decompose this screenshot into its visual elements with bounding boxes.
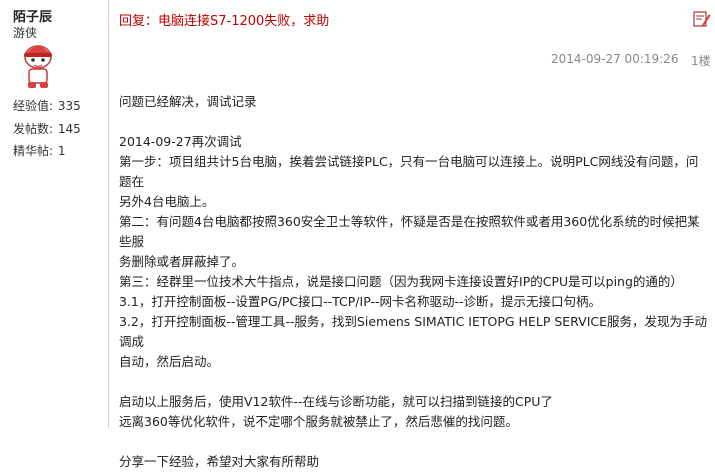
- content-line: 第三：经群里一位技术大牛指点，说是接口问题（因为我网卡连接设置好IP的CPU是可…: [119, 274, 683, 289]
- stat-value: 145: [57, 122, 81, 136]
- content-line: 务删除或者屏蔽掉了。: [119, 254, 245, 269]
- content-line: 第一步：项目组共计5台电脑，挨着尝试链接PLC，只有一台电脑可以连接上。说明PL…: [119, 154, 699, 189]
- stat-essence: 精华帖: 1: [13, 142, 66, 159]
- content-line: 3.2，打开控制面板--管理工具--服务，找到Siemens SIMATIC I…: [119, 314, 708, 349]
- content-line: 自动，然后启动。: [119, 354, 220, 369]
- post-meta: 2014-09-27 00:19:26 1楼: [109, 42, 715, 68]
- post-date: 2014-09-27 00:19:26: [551, 52, 679, 66]
- stat-experience: 经验值: 335: [13, 97, 81, 114]
- username[interactable]: 陌子辰: [13, 6, 52, 25]
- post-floor: 1楼: [691, 54, 711, 68]
- post-body: 回复：电脑连接S7-1200失败，求助 2014-09-27 00:19:26 …: [109, 0, 715, 469]
- content-line: 分享一下经验，希望对大家有所帮助: [119, 454, 320, 469]
- stat-label: 精华帖:: [13, 144, 54, 158]
- post-title[interactable]: 回复：电脑连接S7-1200失败，求助: [119, 10, 329, 29]
- avatar-icon[interactable]: [16, 40, 60, 92]
- content-line: 2014-09-27再次调试: [119, 134, 242, 149]
- stat-label: 发帖数:: [13, 122, 54, 136]
- content-line: 启动以上服务后，使用V12软件--在线与诊断功能，就可以扫描到链接的CPU了: [119, 394, 553, 409]
- content-line: 问题已经解决，调试记录: [119, 94, 257, 109]
- stat-label: 经验值:: [13, 99, 54, 113]
- reply-edit-icon[interactable]: [693, 10, 711, 28]
- content-line: 另外4台电脑上。: [119, 194, 215, 209]
- content-line: 第二：有问题4台电脑都按照360安全卫士等软件，怀疑是否是在按照软件或者用360…: [119, 214, 700, 249]
- content-line: 远离360等优化软件，说不定哪个服务就被禁止了，然后悲催的找问题。: [119, 414, 518, 429]
- post-content: 问题已经解决，调试记录 2014-09-27再次调试第一步：项目组共计5台电脑，挨…: [119, 92, 709, 472]
- content-line: 3.1，打开控制面板--设置PG/PC接口--TCP/IP--网卡名称驱动--诊…: [119, 294, 601, 309]
- stat-value: 335: [57, 99, 81, 113]
- user-rank: 游侠: [13, 26, 38, 40]
- user-sidebar: 陌子辰 游侠 经验值: 335 发帖数: 145 精华帖: 1: [0, 0, 109, 428]
- stat-value: 1: [57, 144, 66, 158]
- stat-posts: 发帖数: 145: [13, 120, 81, 137]
